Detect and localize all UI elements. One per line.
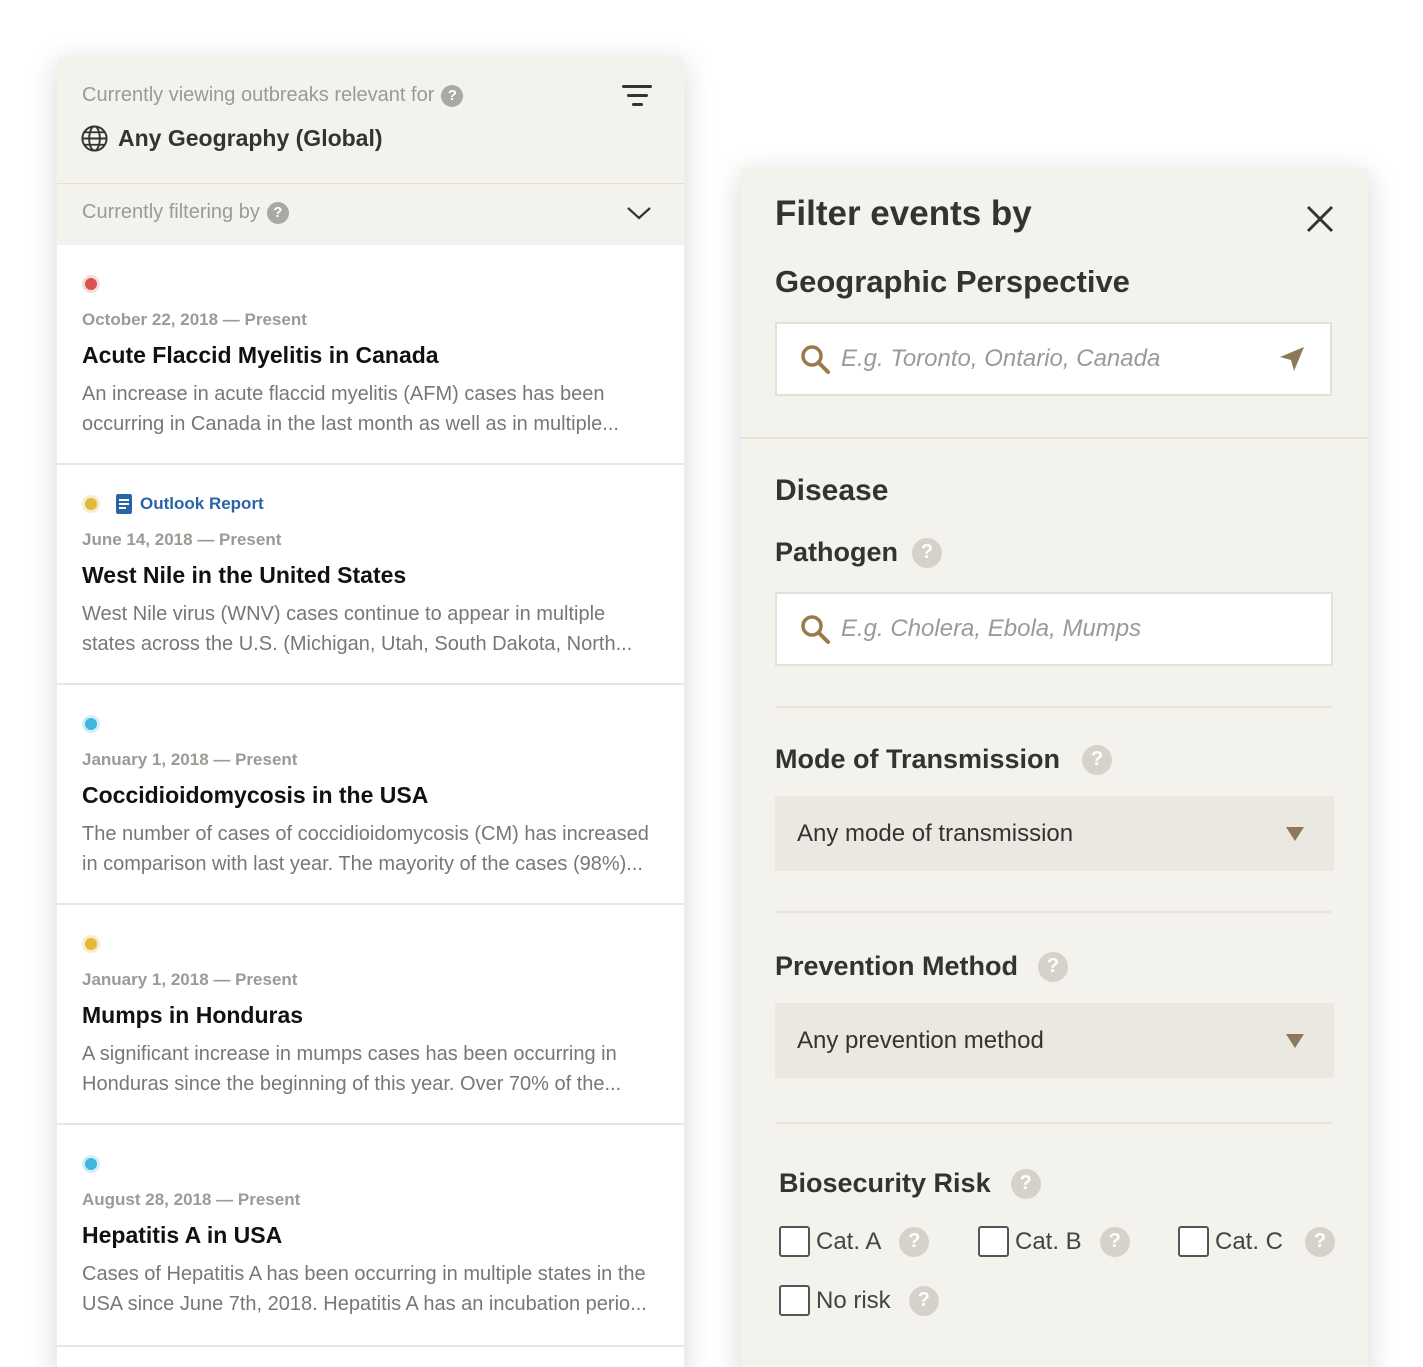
help-icon[interactable]: ? bbox=[1099, 1226, 1130, 1257]
prevention-label: Prevention Method bbox=[775, 951, 1019, 981]
transmission-label: Mode of Transmission bbox=[775, 744, 1061, 774]
event-description: An increase in acute flaccid myelitis (A… bbox=[82, 383, 619, 435]
checkbox[interactable] bbox=[779, 1285, 810, 1316]
event-date: October 22, 2018 — Present bbox=[82, 310, 307, 329]
filter-icon[interactable] bbox=[622, 85, 652, 109]
event-date: January 1, 2018 — Present bbox=[82, 970, 298, 989]
location-arrow-icon[interactable] bbox=[1278, 345, 1306, 373]
prevention-select[interactable]: Any prevention method bbox=[775, 1003, 1334, 1078]
section-divider bbox=[741, 437, 1368, 439]
risk-checkbox-cat-c[interactable]: Cat. C ? bbox=[1178, 1226, 1336, 1257]
section-divider bbox=[775, 911, 1331, 913]
risk-checkbox-no-risk[interactable]: No risk ? bbox=[779, 1285, 939, 1316]
pathogen-search-field[interactable] bbox=[775, 592, 1333, 666]
section-divider bbox=[775, 1122, 1331, 1124]
geographic-perspective-heading: Geographic Perspective bbox=[775, 264, 1130, 299]
risk-option-label: Cat. C bbox=[1215, 1227, 1284, 1255]
filter-panel-title: Filter events by bbox=[775, 194, 1032, 233]
filtering-caption: Currently filtering by ? bbox=[82, 201, 289, 224]
help-icon[interactable]: ? bbox=[266, 201, 289, 224]
biosecurity-label: Biosecurity Risk bbox=[779, 1168, 991, 1198]
checkbox[interactable] bbox=[978, 1226, 1009, 1257]
transmission-select[interactable]: Any mode of transmission bbox=[775, 796, 1334, 871]
prevention-label-row: Prevention Method ? bbox=[775, 951, 1069, 982]
geography-search-input[interactable] bbox=[841, 329, 1278, 389]
event-description: Cases of Hepatitis A has been occurring … bbox=[82, 1263, 647, 1315]
transmission-label-row: Mode of Transmission ? bbox=[775, 744, 1113, 775]
risk-option-label: No risk bbox=[816, 1286, 891, 1314]
search-icon bbox=[801, 615, 830, 644]
geography-search-field[interactable] bbox=[775, 322, 1332, 396]
current-geography[interactable]: Any Geography (Global) bbox=[80, 124, 383, 153]
chevron-down-icon[interactable] bbox=[626, 204, 652, 222]
filtering-caption-text: Currently filtering by bbox=[82, 201, 260, 223]
help-icon[interactable]: ? bbox=[441, 84, 464, 107]
event-title[interactable]: Hepatitis A in USA bbox=[82, 1222, 282, 1249]
geography-label: Any Geography (Global) bbox=[118, 125, 383, 151]
event-description: The number of cases of coccidioidomycosi… bbox=[82, 823, 649, 875]
event-date: August 28, 2018 — Present bbox=[82, 1190, 301, 1209]
pathogen-label: Pathogen bbox=[775, 537, 899, 567]
event-description: A significant increase in mumps cases ha… bbox=[82, 1043, 622, 1095]
outlook-report-label: Outlook Report bbox=[140, 494, 264, 513]
status-dot bbox=[82, 935, 100, 953]
disease-heading: Disease bbox=[775, 474, 889, 507]
help-icon[interactable]: ? bbox=[899, 1226, 930, 1257]
risk-checkbox-cat-b[interactable]: Cat. B ? bbox=[978, 1226, 1130, 1257]
event-meta bbox=[82, 273, 100, 295]
event-card[interactable]: January 1, 2018 — Present Coccidioidomyc… bbox=[57, 685, 684, 905]
event-meta bbox=[82, 933, 100, 955]
filter-panel: Filter events by Geographic Perspective … bbox=[741, 168, 1368, 1367]
help-icon[interactable]: ? bbox=[1305, 1226, 1336, 1257]
help-icon[interactable]: ? bbox=[1082, 744, 1113, 775]
risk-option-label: Cat. A bbox=[816, 1227, 882, 1255]
globe-icon bbox=[81, 125, 108, 152]
dropdown-caret-icon bbox=[1286, 826, 1304, 841]
help-icon[interactable]: ? bbox=[908, 1285, 939, 1316]
close-icon[interactable] bbox=[1304, 203, 1336, 235]
event-date: January 1, 2018 — Present bbox=[82, 750, 298, 769]
filtering-bar[interactable]: Currently filtering by ? bbox=[57, 184, 684, 245]
event-meta bbox=[82, 1153, 100, 1175]
event-meta bbox=[82, 713, 100, 735]
help-icon[interactable]: ? bbox=[1010, 1168, 1041, 1199]
event-card[interactable]: January 1, 2018 — Present Mumps in Hondu… bbox=[57, 905, 684, 1125]
risk-checkbox-cat-a[interactable]: Cat. A ? bbox=[779, 1226, 930, 1257]
event-date: June 14, 2018 — Present bbox=[82, 530, 282, 549]
help-icon[interactable]: ? bbox=[1038, 951, 1069, 982]
status-dot bbox=[82, 495, 100, 513]
dropdown-caret-icon bbox=[1286, 1033, 1304, 1048]
transmission-selected-value: Any mode of transmission bbox=[797, 819, 1074, 847]
outlook-report-link[interactable]: Outlook Report bbox=[116, 494, 264, 514]
event-card[interactable]: October 22, 2018 — Present Acute Flaccid… bbox=[57, 245, 684, 465]
prevention-selected-value: Any prevention method bbox=[797, 1026, 1044, 1054]
event-title[interactable]: West Nile in the United States bbox=[82, 562, 406, 589]
event-title[interactable]: Coccidioidomycosis in the USA bbox=[82, 782, 428, 809]
event-title[interactable]: Acute Flaccid Myelitis in Canada bbox=[82, 342, 439, 369]
pathogen-label-row: Pathogen ? bbox=[775, 537, 943, 568]
help-icon[interactable]: ? bbox=[912, 537, 943, 568]
risk-option-label: Cat. B bbox=[1015, 1227, 1082, 1255]
status-dot bbox=[82, 275, 100, 293]
event-title[interactable]: Mumps in Honduras bbox=[82, 1002, 303, 1029]
document-icon bbox=[116, 494, 132, 514]
event-description: West Nile virus (WNV) cases continue to … bbox=[82, 603, 633, 655]
event-card[interactable]: August 28, 2018 — Present Hepatitis A in… bbox=[57, 1125, 684, 1347]
status-dot bbox=[82, 1155, 100, 1173]
section-divider bbox=[775, 706, 1331, 708]
event-meta: Outlook Report bbox=[82, 493, 264, 515]
checkbox[interactable] bbox=[1178, 1226, 1209, 1257]
viewing-caption: Currently viewing outbreaks relevant for… bbox=[82, 84, 464, 107]
biosecurity-label-row: Biosecurity Risk ? bbox=[779, 1168, 1041, 1199]
event-card[interactable]: Outlook Report June 14, 2018 — Present W… bbox=[57, 465, 684, 685]
search-icon bbox=[801, 345, 830, 374]
status-dot bbox=[82, 715, 100, 733]
pathogen-search-input[interactable] bbox=[841, 599, 1331, 659]
geography-header: Currently viewing outbreaks relevant for… bbox=[57, 57, 684, 184]
viewing-caption-text: Currently viewing outbreaks relevant for bbox=[82, 84, 435, 106]
checkbox[interactable] bbox=[779, 1226, 810, 1257]
outbreak-list-panel: Currently viewing outbreaks relevant for… bbox=[57, 57, 684, 1367]
